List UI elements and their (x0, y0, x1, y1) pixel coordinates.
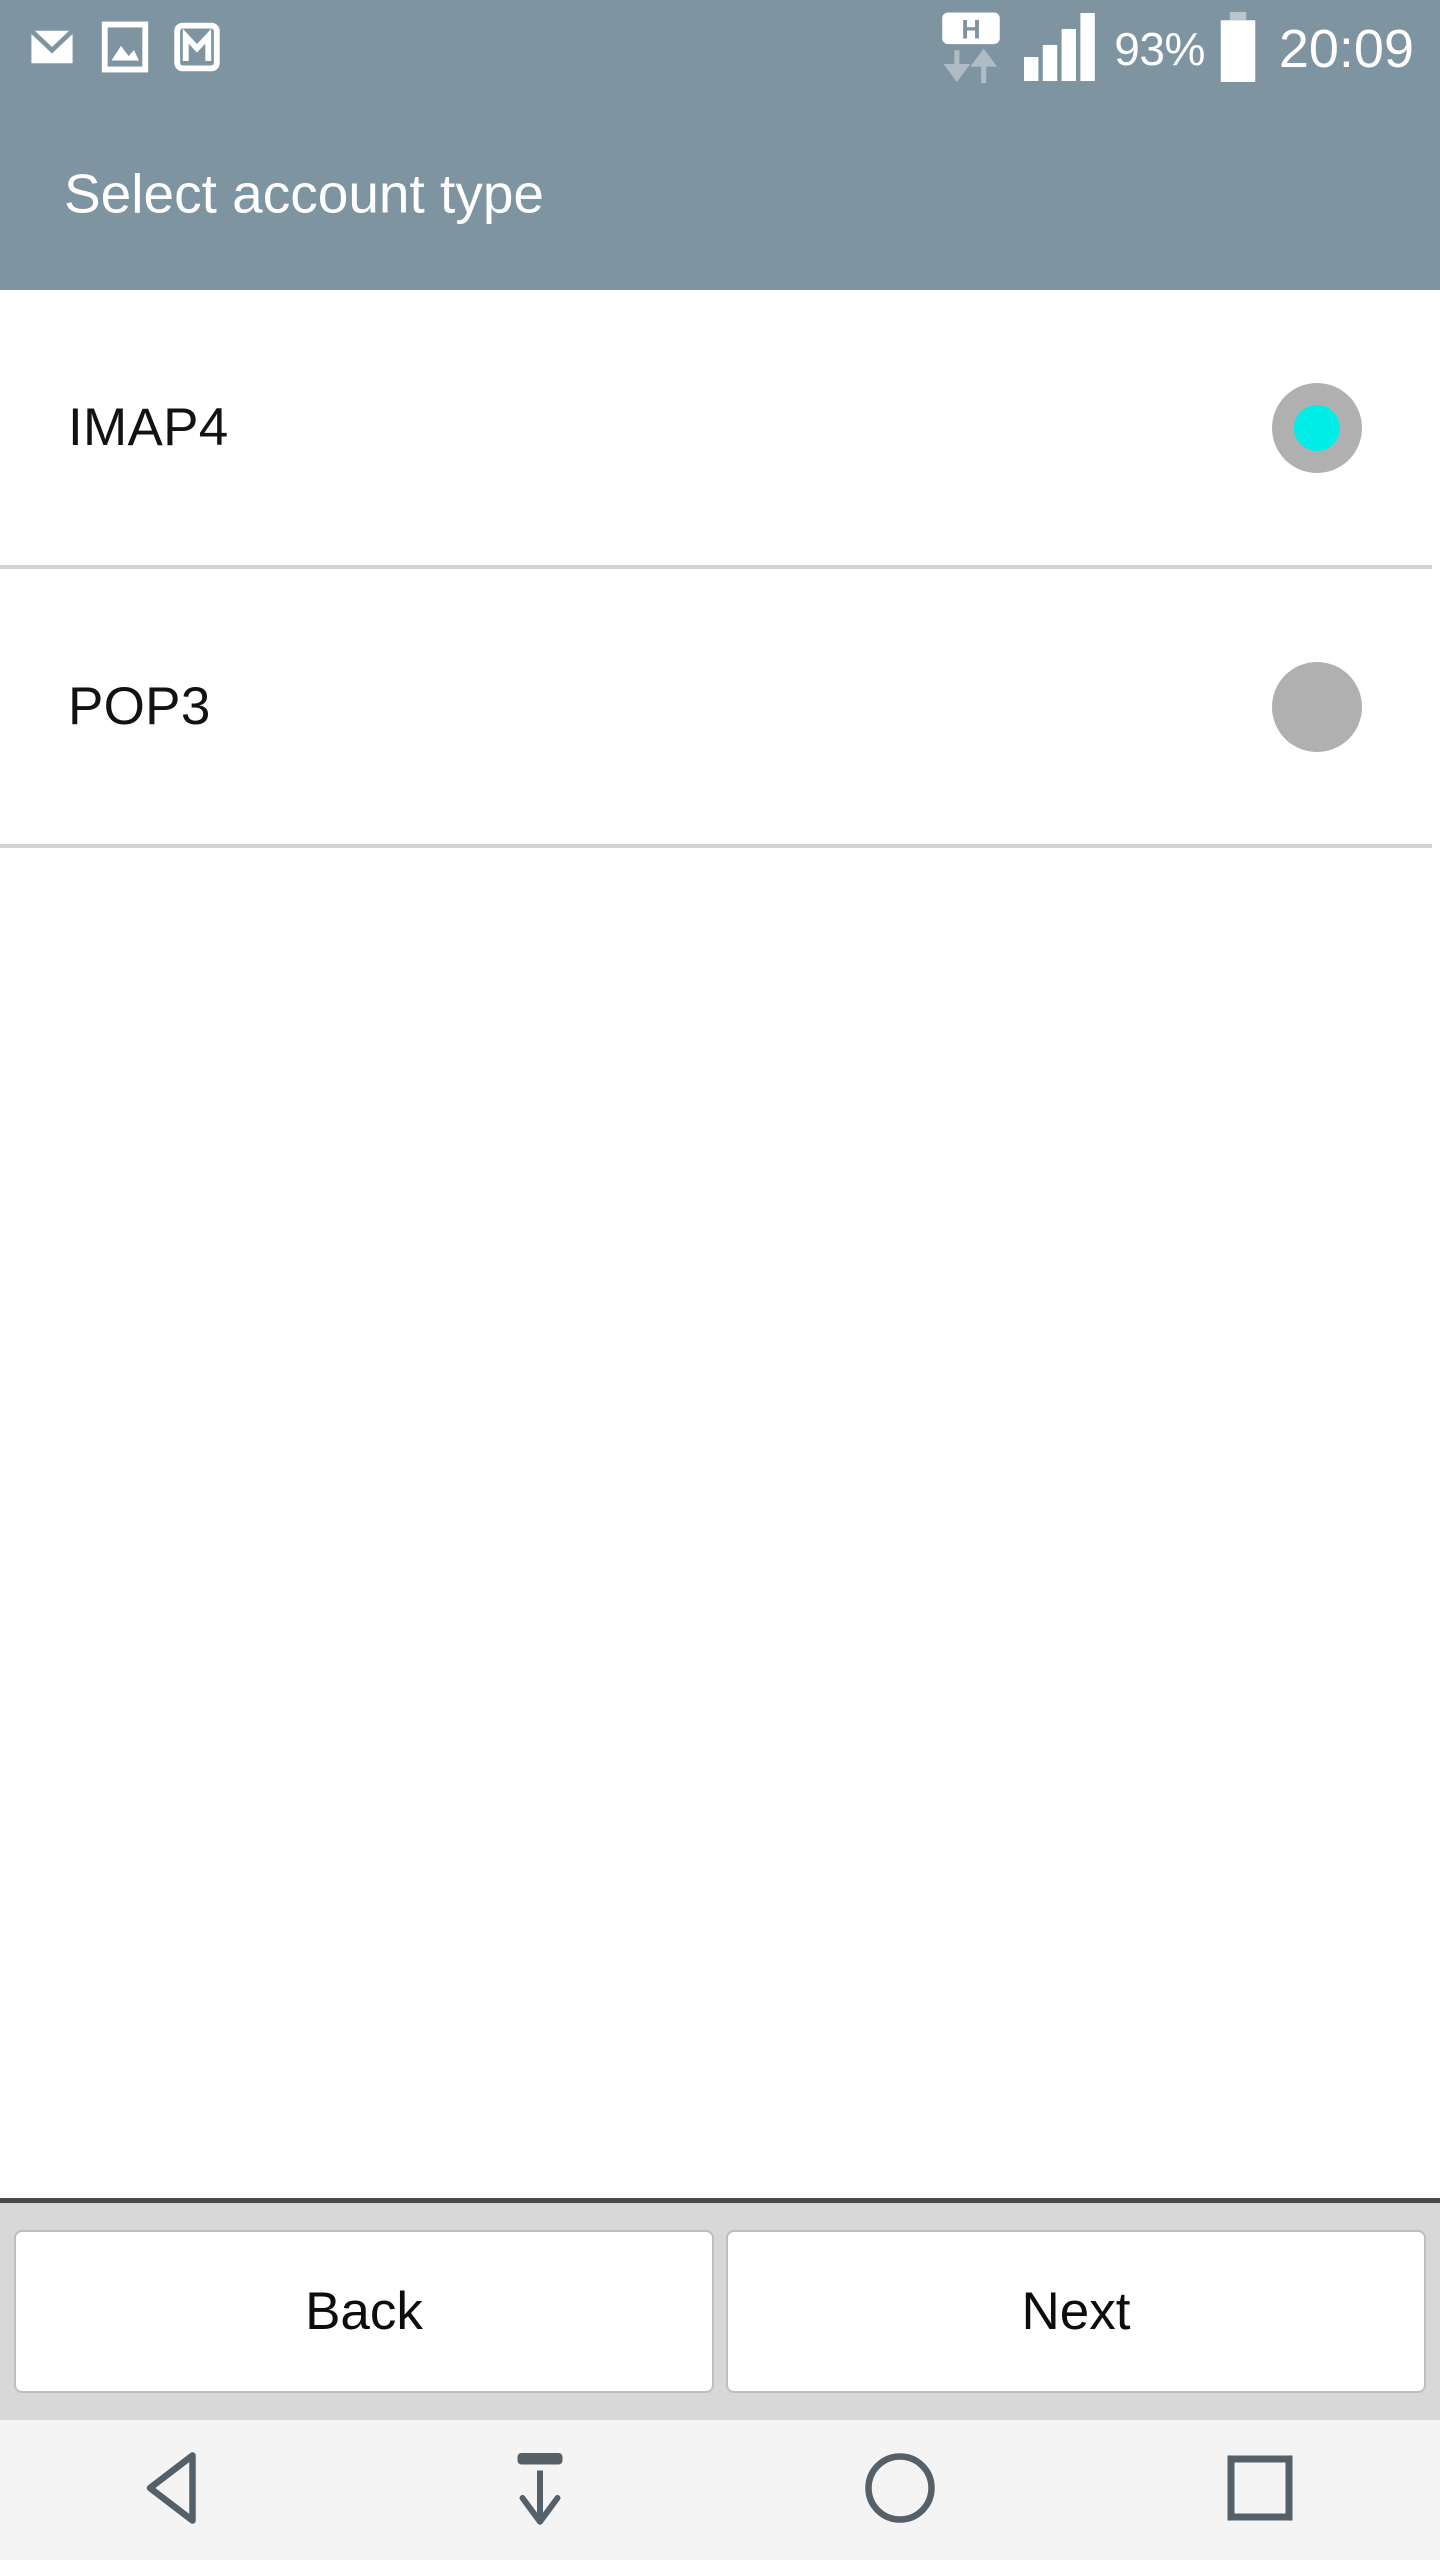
list-item-label: POP3 (68, 677, 211, 736)
status-bar: H 93% 20:09 (0, 0, 1440, 98)
list-item-label: IMAP4 (68, 398, 229, 457)
nav-hide-keyboard-button[interactable] (440, 2420, 640, 2560)
nav-recents-button[interactable] (1160, 2420, 1360, 2560)
status-bar-clock: 20:09 (1278, 19, 1414, 79)
list-item-imap4[interactable]: IMAP4 (0, 290, 1440, 565)
status-bar-system-icons: H 93% 20:09 (934, 10, 1414, 89)
next-button[interactable]: Next (726, 2230, 1426, 2393)
svg-text:H: H (962, 14, 981, 44)
nav-home-button[interactable] (800, 2420, 1000, 2560)
battery-icon (1215, 10, 1261, 89)
list-item-pop3[interactable]: POP3 (0, 569, 1440, 844)
nav-hide-keyboard-icon (495, 2443, 585, 2538)
nav-recents-icon (1215, 2443, 1305, 2538)
app-header: Select account type (0, 98, 1440, 290)
radio-button-imap4[interactable] (1272, 382, 1362, 473)
network-type-h-icon: H (934, 10, 1008, 88)
back-button[interactable]: Back (14, 2230, 714, 2393)
battery-percentage-label: 93% (1114, 23, 1205, 75)
nav-back-button[interactable] (80, 2420, 280, 2560)
bottom-button-bar: Back Next (0, 2203, 1440, 2420)
system-navigation-bar (0, 2420, 1440, 2560)
radio-button-pop3[interactable] (1272, 661, 1362, 752)
radio-selected-dot (1294, 404, 1340, 451)
nav-back-icon (135, 2443, 225, 2538)
gallery-image-icon (100, 20, 150, 79)
gmail-icon (172, 20, 222, 79)
list-divider (0, 844, 1432, 848)
page-title: Select account type (64, 162, 545, 225)
status-bar-notification-icons (26, 20, 222, 79)
nav-home-icon (855, 2443, 945, 2538)
account-type-list: IMAP4 POP3 (0, 290, 1440, 2198)
signal-strength-icon (1022, 11, 1102, 88)
email-envelope-icon (26, 21, 78, 78)
